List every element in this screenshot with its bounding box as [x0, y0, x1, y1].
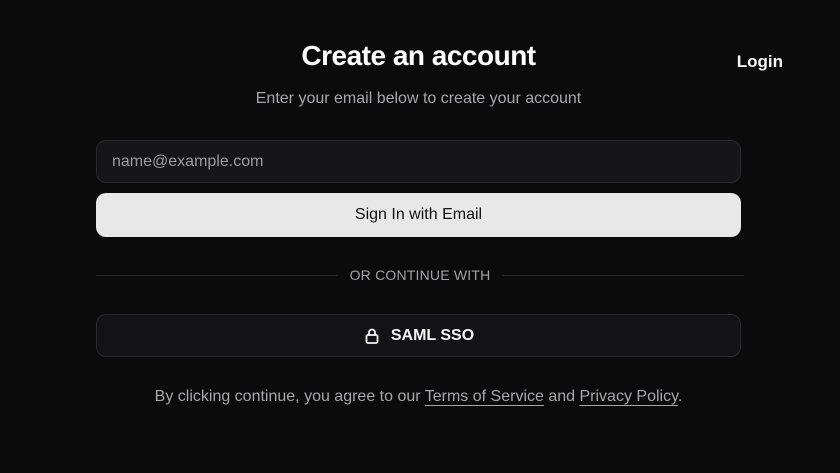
- login-link[interactable]: Login: [737, 52, 783, 72]
- divider-line-left: [96, 274, 338, 276]
- terms-notice: By clicking continue, you agree to our T…: [96, 388, 741, 406]
- privacy-policy-link[interactable]: Privacy Policy: [580, 388, 678, 405]
- page-title: Create an account: [301, 40, 536, 71]
- saml-sso-label: SAML SSO: [390, 326, 475, 344]
- signup-page: Login Create an account Enter your email…: [0, 0, 840, 473]
- divider-line-right: [502, 274, 745, 276]
- divider-text: OR CONTINUE WITH: [349, 267, 491, 283]
- terms-prefix: By clicking continue, you agree to our: [154, 388, 421, 405]
- saml-sso-button[interactable]: SAML SSO: [96, 314, 741, 357]
- sign-in-with-email-button[interactable]: Sign In with Email: [96, 193, 741, 237]
- email-field[interactable]: [96, 140, 741, 183]
- terms-suffix: .: [677, 388, 683, 405]
- page-subtitle: Enter your email below to create your ac…: [255, 90, 582, 107]
- terms-conjunction: and: [548, 388, 576, 405]
- lock-icon: [363, 327, 381, 345]
- divider: OR CONTINUE WITH: [96, 265, 745, 285]
- terms-of-service-link[interactable]: Terms of Service: [425, 388, 544, 405]
